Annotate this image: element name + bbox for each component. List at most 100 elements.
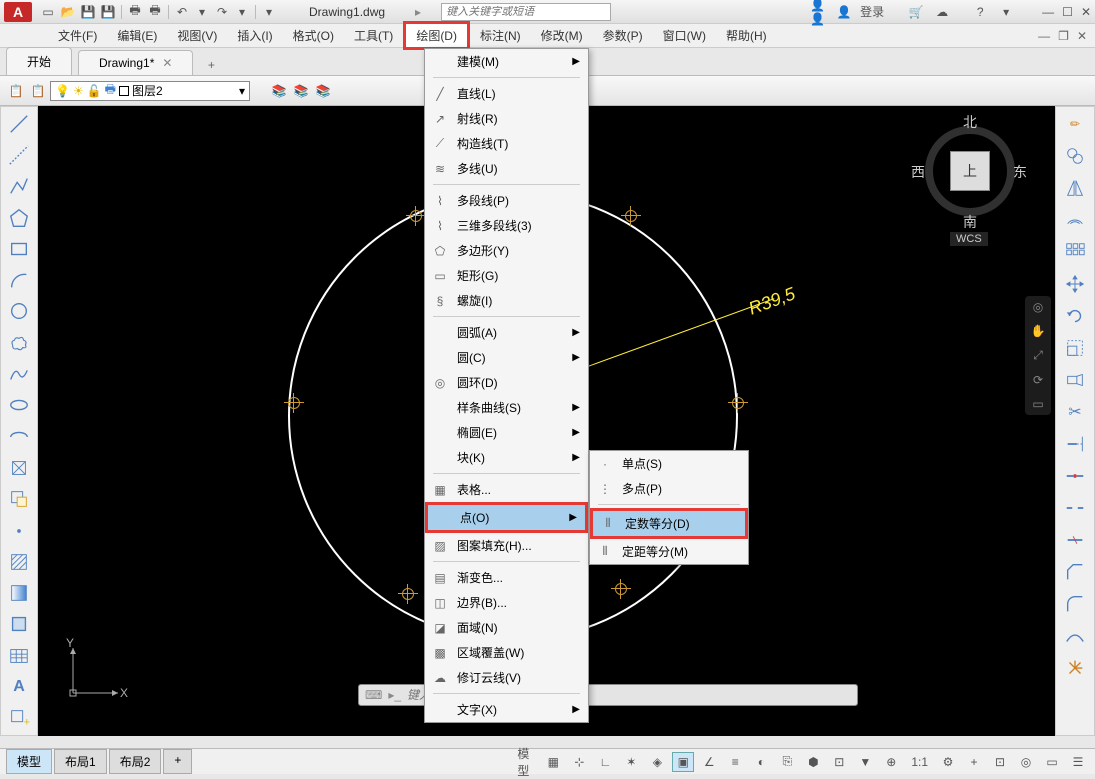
customize-icon[interactable]: ☰: [1067, 752, 1089, 772]
break-tool[interactable]: [1060, 495, 1090, 521]
blend-tool[interactable]: [1060, 623, 1090, 649]
menu-line[interactable]: ╱直线(L): [425, 81, 588, 106]
viewcube-top[interactable]: 上: [950, 151, 990, 191]
isodraft-toggle[interactable]: ◈: [646, 752, 668, 772]
ellipse-tool[interactable]: [4, 393, 34, 418]
search-box[interactable]: [441, 3, 611, 21]
menu-spline[interactable]: 样条曲线(S)▶: [425, 395, 588, 420]
insert-block-tool[interactable]: [4, 455, 34, 480]
redo-icon[interactable]: ↷: [214, 4, 230, 20]
menu-polygon[interactable]: ⬠多边形(Y): [425, 238, 588, 263]
window-maximize[interactable]: ☐: [1062, 5, 1073, 19]
submenu-single-point[interactable]: ·单点(S): [590, 451, 748, 476]
menu-gradient[interactable]: ▤渐变色...: [425, 565, 588, 590]
lineweight-toggle[interactable]: ≡: [724, 752, 746, 772]
menu-window[interactable]: 窗口(W): [653, 24, 716, 47]
tab-start[interactable]: 开始: [6, 47, 72, 75]
zoom-extents-icon[interactable]: ⤢: [1033, 348, 1043, 363]
otrack-toggle[interactable]: ∠: [698, 752, 720, 772]
layer-tool2-icon[interactable]: 📚: [291, 81, 311, 101]
save-icon[interactable]: 💾: [80, 4, 96, 20]
addselected-tool[interactable]: +: [4, 706, 34, 731]
polygon-tool[interactable]: [4, 205, 34, 230]
menu-circle[interactable]: 圆(C)▶: [425, 345, 588, 370]
join-tool[interactable]: [1060, 527, 1090, 553]
copy-tool[interactable]: [1060, 143, 1090, 169]
menu-xline[interactable]: ⟋构造线(T): [425, 131, 588, 156]
array-tool[interactable]: [1060, 239, 1090, 265]
user-icon[interactable]: 👤: [836, 4, 852, 20]
menu-ellipse[interactable]: 椭圆(E)▶: [425, 420, 588, 445]
model-tab[interactable]: 模型: [6, 749, 52, 774]
plot2-icon[interactable]: 🖶: [147, 4, 163, 20]
wcs-label[interactable]: WCS: [950, 232, 988, 246]
menu-tools[interactable]: 工具(T): [344, 24, 403, 47]
point-tool[interactable]: [4, 518, 34, 543]
menu-edit[interactable]: 编辑(E): [107, 24, 167, 47]
annotation-scale[interactable]: 1:1: [906, 752, 933, 772]
dynamic-ucs-toggle[interactable]: ⊡: [828, 752, 850, 772]
menu-modify[interactable]: 修改(M): [531, 24, 593, 47]
menu-polyline3d[interactable]: ⌇三维多段线(3): [425, 213, 588, 238]
selection-cycling[interactable]: ⎘: [776, 752, 798, 772]
submenu-measure[interactable]: ⫴定距等分(M): [590, 539, 748, 564]
menu-ray[interactable]: ↗射线(R): [425, 106, 588, 131]
snap-toggle[interactable]: ⊹: [568, 752, 590, 772]
menu-parametric[interactable]: 参数(P): [593, 24, 653, 47]
hatch-tool[interactable]: [4, 549, 34, 574]
line-tool[interactable]: [4, 111, 34, 136]
menu-file[interactable]: 文件(F): [48, 24, 107, 47]
make-block-tool[interactable]: [4, 487, 34, 512]
tab-close-icon[interactable]: ✕: [162, 56, 172, 70]
menu-insert[interactable]: 插入(I): [227, 24, 282, 47]
layer-combo[interactable]: 💡 ☀ 🔓 🖶 图层2 ▾: [50, 81, 250, 101]
menu-format[interactable]: 格式(O): [283, 24, 344, 47]
region-tool[interactable]: [4, 612, 34, 637]
3dosnap-toggle[interactable]: ⬢: [802, 752, 824, 772]
undo-icon[interactable]: ↶: [174, 4, 190, 20]
menu-region[interactable]: ◪面域(N): [425, 615, 588, 640]
polyline-tool[interactable]: [4, 174, 34, 199]
circle-tool[interactable]: [4, 299, 34, 324]
hardware-accel-icon[interactable]: ⊡: [989, 752, 1011, 772]
fillet-tool[interactable]: [1060, 591, 1090, 617]
qat-more-icon[interactable]: ▾: [261, 4, 277, 20]
saveas-icon[interactable]: 💾: [100, 4, 116, 20]
menu-block[interactable]: 块(K)▶: [425, 445, 588, 470]
undo-drop-icon[interactable]: ▾: [194, 4, 210, 20]
offset-tool[interactable]: [1060, 207, 1090, 233]
submenu-multiple-point[interactable]: ⋮多点(P): [590, 476, 748, 501]
viewcube[interactable]: 上 北 南 西 东 WCS: [915, 116, 1025, 246]
doc-close[interactable]: ✕: [1077, 29, 1087, 43]
cmd-history-icon[interactable]: ⌨: [365, 688, 382, 702]
workspace-switch-icon[interactable]: ⚙: [937, 752, 959, 772]
menu-boundary[interactable]: ◫边界(B)...: [425, 590, 588, 615]
spline-tool[interactable]: [4, 361, 34, 386]
layer-properties-icon[interactable]: 📋: [6, 81, 26, 101]
cloud-icon[interactable]: ☁: [934, 4, 950, 20]
clean-screen-icon[interactable]: ▭: [1041, 752, 1063, 772]
menu-draw[interactable]: 绘图(D): [403, 21, 470, 50]
modelspace-toggle[interactable]: 模型: [516, 752, 538, 772]
menu-table[interactable]: ▦表格...: [425, 477, 588, 502]
selection-filter[interactable]: ▼: [854, 752, 876, 772]
menu-wipeout[interactable]: ▩区域覆盖(W): [425, 640, 588, 665]
gizmo-toggle[interactable]: ⊕: [880, 752, 902, 772]
gradient-tool[interactable]: [4, 580, 34, 605]
tab-add-button[interactable]: +: [201, 55, 221, 75]
menu-hatch[interactable]: ▨图案填充(H)...: [425, 533, 588, 558]
transparency-toggle[interactable]: ◐: [750, 752, 772, 772]
extend-tool[interactable]: [1060, 431, 1090, 457]
submenu-divide[interactable]: ⫴定数等分(D): [590, 508, 748, 539]
menu-rectangle[interactable]: ▭矩形(G): [425, 263, 588, 288]
window-minimize[interactable]: —: [1042, 5, 1054, 19]
menu-helix[interactable]: §螺旋(I): [425, 288, 588, 313]
ortho-toggle[interactable]: ∟: [594, 752, 616, 772]
grid-toggle[interactable]: ▦: [542, 752, 564, 772]
scale-tool[interactable]: [1060, 335, 1090, 361]
orbit-icon[interactable]: ⟳: [1033, 373, 1043, 387]
menu-modeling[interactable]: 建模(M)▶: [425, 49, 588, 74]
open-icon[interactable]: 📂: [60, 4, 76, 20]
layer-tool-icon[interactable]: 📚: [269, 81, 289, 101]
menu-donut[interactable]: ◎圆环(D): [425, 370, 588, 395]
